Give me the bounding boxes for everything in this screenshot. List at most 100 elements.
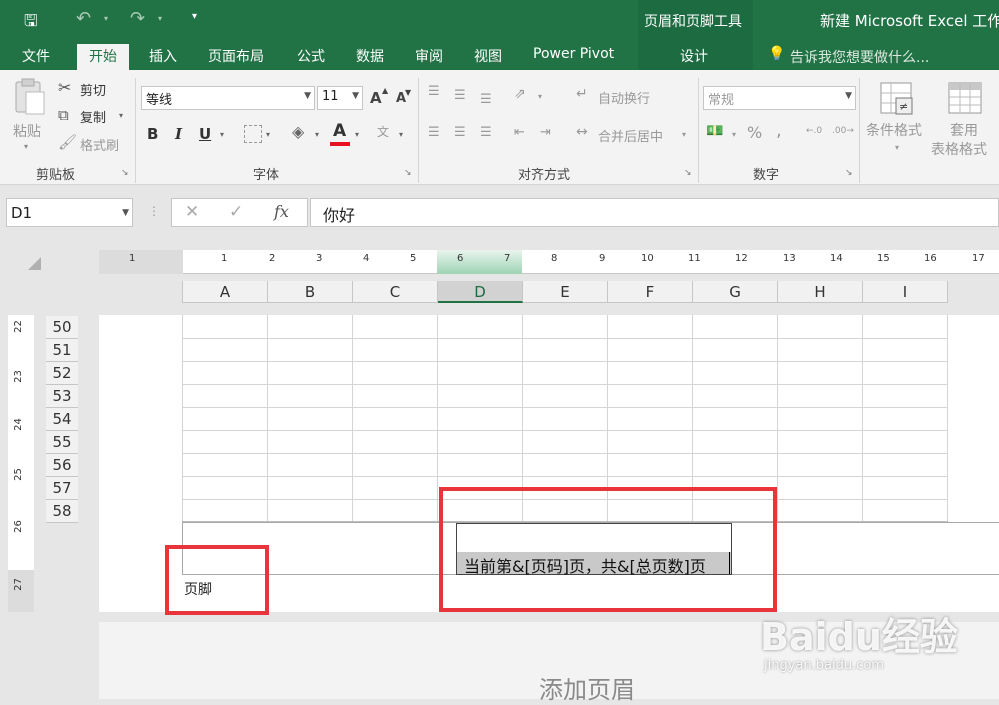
increase-indent-icon[interactable]: ⇥ xyxy=(540,125,551,140)
paste-icon[interactable] xyxy=(12,78,48,118)
merge-dropdown-icon[interactable]: ▾ xyxy=(682,130,686,139)
column-header-i[interactable]: I xyxy=(863,281,948,303)
row-header[interactable]: 53 xyxy=(46,385,78,408)
scissors-icon[interactable]: ✂ xyxy=(58,78,71,97)
decrease-indent-icon[interactable]: ⇤ xyxy=(514,125,525,140)
alignment-launcher-icon[interactable]: ↘ xyxy=(684,168,692,178)
clipboard-launcher-icon[interactable]: ↘ xyxy=(121,168,129,178)
align-right-icon[interactable]: ☰ xyxy=(480,125,492,140)
tell-me-box[interactable]: 告诉我您想要做什么... xyxy=(790,47,929,67)
fill-color-icon[interactable]: ◈ xyxy=(292,122,304,141)
row-header[interactable]: 56 xyxy=(46,454,78,477)
save-icon[interactable]: 🖫 xyxy=(24,10,38,37)
copy-button[interactable]: 复制 xyxy=(80,107,106,126)
merge-center-icon[interactable]: ↔ xyxy=(576,124,588,140)
conditional-format-button[interactable]: 条件格式 xyxy=(866,120,922,140)
phonetic-icon[interactable]: 文 xyxy=(377,123,389,140)
column-header-f[interactable]: F xyxy=(608,281,693,303)
phonetic-dropdown-icon[interactable]: ▾ xyxy=(399,130,403,139)
bold-button[interactable]: B xyxy=(147,125,158,143)
copy-icon[interactable]: ⧉ xyxy=(58,106,69,124)
underline-dropdown-icon[interactable]: ▾ xyxy=(220,130,224,139)
number-format-combo[interactable]: 常规 ▼ xyxy=(703,86,856,110)
format-painter-button[interactable]: 格式刷 xyxy=(80,135,119,154)
align-center-icon[interactable]: ☰ xyxy=(454,125,466,140)
redo-dropdown-icon[interactable]: ▾ xyxy=(158,14,162,23)
border-icon[interactable] xyxy=(244,125,262,143)
align-bottom-icon[interactable]: ☰ xyxy=(480,92,492,107)
font-name-combo[interactable]: 等线 ▼ xyxy=(141,86,315,110)
merge-center-button[interactable]: 合并后居中 xyxy=(598,126,663,145)
column-header-b[interactable]: B xyxy=(268,281,353,303)
border-dropdown-icon[interactable]: ▾ xyxy=(266,130,270,139)
font-size-combo[interactable]: 11 ▼ xyxy=(317,86,363,110)
name-box[interactable]: D1 ▼ xyxy=(6,198,133,227)
decrease-decimal-icon[interactable]: .00→ xyxy=(832,126,854,136)
row-header[interactable]: 55 xyxy=(46,431,78,454)
tab-view[interactable]: 视图 xyxy=(474,46,502,66)
column-header-d[interactable]: D xyxy=(438,281,523,303)
format-as-table-label-2[interactable]: 表格格式 xyxy=(931,139,987,159)
row-header[interactable]: 58 xyxy=(46,500,78,523)
grow-font-icon[interactable]: A xyxy=(370,89,382,107)
format-painter-icon[interactable]: 🖌 xyxy=(58,133,77,151)
increase-decimal-icon[interactable]: ←.0 xyxy=(806,126,822,136)
undo-dropdown-icon[interactable]: ▾ xyxy=(104,14,108,23)
cancel-icon[interactable]: ✕ xyxy=(185,202,199,222)
column-header-a[interactable]: A xyxy=(182,281,268,303)
format-as-table-label-1[interactable]: 套用 xyxy=(950,120,978,140)
column-header-g[interactable]: G xyxy=(693,281,778,303)
tab-file[interactable]: 文件 xyxy=(22,46,50,66)
tab-review[interactable]: 审阅 xyxy=(415,46,443,66)
fill-dropdown-icon[interactable]: ▾ xyxy=(315,130,319,139)
enter-icon[interactable]: ✓ xyxy=(229,202,243,222)
column-header-c[interactable]: C xyxy=(353,281,438,303)
currency-icon[interactable]: 💵 xyxy=(706,123,723,139)
orientation-icon[interactable]: ⇗ xyxy=(514,86,526,102)
comma-button[interactable]: , xyxy=(776,120,782,141)
tab-home[interactable]: 开始 xyxy=(77,44,129,70)
copy-dropdown-icon[interactable]: ▾ xyxy=(119,111,123,120)
number-launcher-icon[interactable]: ↘ xyxy=(845,168,853,178)
add-header-placeholder[interactable]: 添加页眉 xyxy=(539,670,635,705)
orientation-dropdown-icon[interactable]: ▾ xyxy=(538,92,542,101)
cond-format-dropdown-icon[interactable]: ▾ xyxy=(895,143,899,152)
row-header[interactable]: 54 xyxy=(46,408,78,431)
align-top-icon[interactable]: ☰ xyxy=(428,84,440,99)
row-header[interactable]: 52 xyxy=(46,362,78,385)
tab-formulas[interactable]: 公式 xyxy=(297,46,325,66)
align-left-icon[interactable]: ☰ xyxy=(428,125,440,140)
row-header[interactable]: 57 xyxy=(46,477,78,500)
wrap-text-icon[interactable]: ↵ xyxy=(576,86,588,102)
italic-button[interactable]: I xyxy=(175,125,182,143)
tab-page-layout[interactable]: 页面布局 xyxy=(208,46,264,66)
tab-design[interactable]: 设计 xyxy=(680,46,708,66)
select-all-button[interactable] xyxy=(28,257,41,270)
row-header[interactable]: 51 xyxy=(46,339,78,362)
undo-icon[interactable]: ↶ xyxy=(76,8,91,29)
align-middle-icon[interactable]: ☰ xyxy=(454,88,466,103)
conditional-format-icon[interactable]: ≠ xyxy=(880,82,914,116)
format-as-table-icon[interactable] xyxy=(948,82,984,116)
font-launcher-icon[interactable]: ↘ xyxy=(404,168,412,178)
insert-function-icon[interactable]: fx xyxy=(274,202,289,221)
tab-insert[interactable]: 插入 xyxy=(149,46,177,66)
font-color-dropdown-icon[interactable]: ▾ xyxy=(355,130,359,139)
paste-dropdown-icon[interactable]: ▾ xyxy=(24,142,28,151)
customize-qat-icon[interactable]: ▾ xyxy=(192,11,197,22)
underline-button[interactable]: U xyxy=(199,125,211,143)
ruler-tick: 2 xyxy=(269,253,276,264)
column-header-h[interactable]: H xyxy=(778,281,863,303)
tab-power-pivot[interactable]: Power Pivot xyxy=(533,46,614,62)
currency-dropdown-icon[interactable]: ▾ xyxy=(732,130,736,139)
percent-button[interactable]: % xyxy=(747,123,762,142)
column-header-e[interactable]: E xyxy=(523,281,608,303)
wrap-text-button[interactable]: 自动换行 xyxy=(598,88,650,107)
font-color-icon[interactable]: A xyxy=(333,121,346,141)
formula-input[interactable]: 你好 xyxy=(310,198,999,227)
tab-data[interactable]: 数据 xyxy=(356,46,384,66)
paste-label[interactable]: 粘贴 xyxy=(13,121,41,141)
redo-icon[interactable]: ↷ xyxy=(130,8,145,29)
row-header[interactable]: 50 xyxy=(46,316,78,339)
cut-button[interactable]: 剪切 xyxy=(80,80,106,99)
